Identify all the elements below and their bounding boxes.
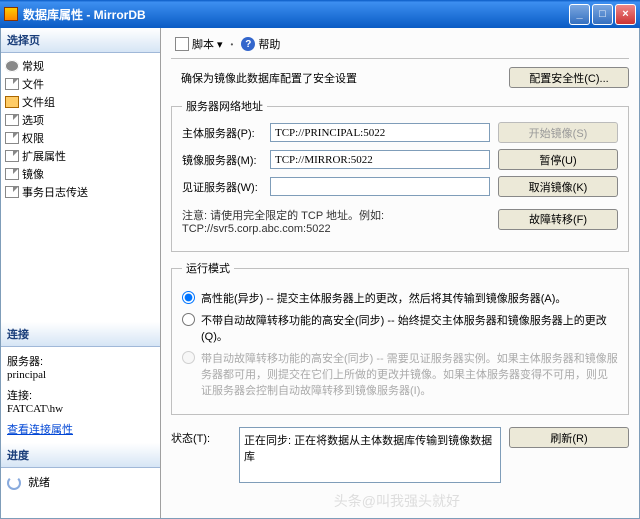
title-bar: 数据库属性 - MirrorDB _ □ × [0, 0, 640, 28]
tree-item-general[interactable]: 常规 [3, 57, 158, 75]
page-icon [5, 114, 19, 126]
configure-security-button[interactable]: 配置安全性(C)... [509, 67, 629, 88]
main-panel: 脚本 ▾ • ?帮助 确保为镜像此数据库配置了安全设置 配置安全性(C)... … [161, 28, 639, 518]
tree-item-mirror[interactable]: 镜像 [3, 165, 158, 183]
sidebar: 选择页 常规 文件 文件组 选项 权限 扩展属性 镜像 事务日志传送 连接 服务… [1, 28, 161, 518]
folder-icon [5, 96, 19, 108]
mode-auto-radio [182, 351, 195, 364]
progress-spinner-icon [7, 476, 21, 490]
gear-icon [5, 60, 19, 72]
page-icon [5, 150, 19, 162]
help-icon: ? [241, 37, 255, 51]
script-icon [175, 37, 189, 51]
status-box: 正在同步: 正在将数据从主体数据库传输到镜像数据库 [239, 427, 501, 483]
page-icon [5, 186, 19, 198]
mirror-label: 镜像服务器(M): [182, 152, 262, 168]
pause-button[interactable]: 暂停(U) [498, 149, 618, 170]
address-note: 注意: 请使用完全限定的 TCP 地址。例如: TCP://svr5.corp.… [182, 207, 490, 235]
window-title: 数据库属性 - MirrorDB [23, 6, 569, 23]
tree-item-logship[interactable]: 事务日志传送 [3, 183, 158, 201]
principal-input[interactable] [270, 123, 490, 142]
witness-label: 见证服务器(W): [182, 179, 262, 195]
toolbar: 脚本 ▾ • ?帮助 [171, 34, 629, 58]
principal-label: 主体服务器(P): [182, 125, 262, 141]
remove-mirror-button[interactable]: 取消镜像(K) [498, 176, 618, 197]
tree-item-filegroups[interactable]: 文件组 [3, 93, 158, 111]
minimize-button[interactable]: _ [569, 4, 590, 25]
refresh-button[interactable]: 刷新(R) [509, 427, 629, 448]
mode-noauto-label: 不带自动故障转移功能的高安全(同步) -- 始终提交主体服务器和镜像服务器上的更… [201, 312, 618, 344]
server-address-group: 服务器网络地址 主体服务器(P): 开始镜像(S) 镜像服务器(M): 暂停(U… [171, 98, 629, 252]
maximize-button[interactable]: □ [592, 4, 613, 25]
progress-header: 进度 [1, 443, 160, 468]
page-tree: 常规 文件 文件组 选项 权限 扩展属性 镜像 事务日志传送 [1, 53, 160, 205]
app-icon [4, 7, 18, 21]
tree-item-permissions[interactable]: 权限 [3, 129, 158, 147]
server-value: principal [7, 369, 154, 381]
page-icon [5, 168, 19, 180]
conn-label: 连接: [7, 387, 154, 403]
page-icon [5, 132, 19, 144]
separator-icon: • [231, 40, 234, 49]
witness-input[interactable] [270, 177, 490, 196]
failover-button[interactable]: 故障转移(F) [498, 209, 618, 230]
server-address-legend: 服务器网络地址 [182, 98, 267, 114]
tree-item-options[interactable]: 选项 [3, 111, 158, 129]
mode-highperf-label: 高性能(异步) -- 提交主体服务器上的更改，然后将其传输到镜像服务器(A)。 [201, 290, 566, 306]
page-icon [5, 78, 19, 90]
mode-auto-label: 带自动故障转移功能的高安全(同步) -- 需要见证服务器实例。如果主体服务器和镜… [201, 350, 618, 398]
mode-noauto-radio[interactable] [182, 313, 195, 326]
run-mode-group: 运行模式 高性能(异步) -- 提交主体服务器上的更改，然后将其传输到镜像服务器… [171, 260, 629, 415]
view-connection-link[interactable]: 查看连接属性 [7, 424, 73, 436]
dropdown-icon: ▾ [217, 38, 223, 51]
start-mirror-button: 开始镜像(S) [498, 122, 618, 143]
progress-value: 就绪 [28, 477, 50, 489]
close-button[interactable]: × [615, 4, 636, 25]
mirror-input[interactable] [270, 150, 490, 169]
connection-header: 连接 [1, 322, 160, 347]
help-button[interactable]: ?帮助 [237, 34, 284, 54]
tree-item-files[interactable]: 文件 [3, 75, 158, 93]
server-label: 服务器: [7, 353, 154, 369]
conn-value: FATCAT\hw [7, 403, 154, 415]
status-label: 状态(T): [171, 427, 231, 446]
security-message: 确保为镜像此数据库配置了安全设置 [171, 70, 509, 86]
mode-highperf-radio[interactable] [182, 291, 195, 304]
pages-header: 选择页 [1, 28, 160, 53]
window-buttons: _ □ × [569, 4, 636, 25]
run-mode-legend: 运行模式 [182, 260, 234, 276]
tree-item-extprops[interactable]: 扩展属性 [3, 147, 158, 165]
script-button[interactable]: 脚本 ▾ [171, 34, 227, 54]
